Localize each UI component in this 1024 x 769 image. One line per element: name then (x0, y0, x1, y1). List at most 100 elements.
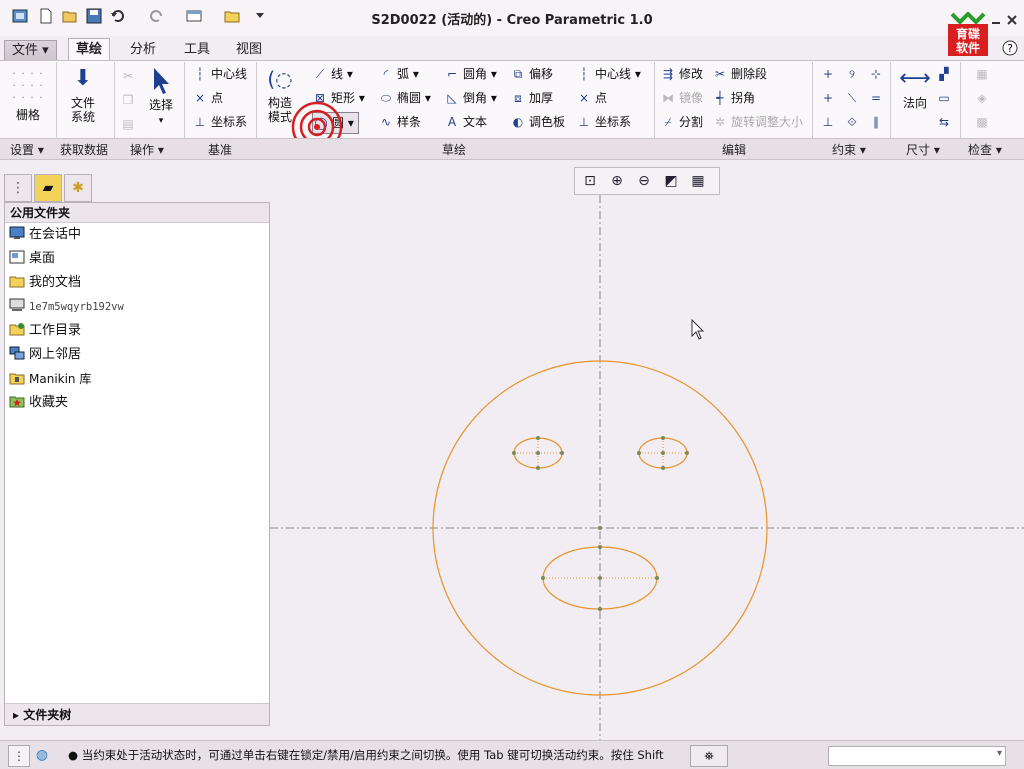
constraint-perpendicular-button[interactable]: ⊥ (820, 112, 839, 132)
tab-analysis[interactable]: 分析 (123, 40, 163, 59)
find-button[interactable]: ⛯ (690, 745, 728, 767)
mirror-label: 镜像 (679, 91, 704, 105)
rotate-resize-button[interactable]: ✲ 旋转调整大小 (712, 112, 803, 132)
sketch-point[interactable] (560, 451, 564, 455)
thicken-button[interactable]: ⧈ 加厚 (510, 88, 553, 108)
tab-view[interactable]: 视图 (229, 40, 269, 59)
sketch-point[interactable] (541, 576, 545, 580)
selection-filter-select[interactable]: ▾ (828, 746, 1006, 766)
sketch-point-button[interactable]: × 点 (576, 88, 607, 108)
datum-point-button[interactable]: × 点 (192, 88, 223, 108)
sketch-point[interactable] (598, 526, 602, 530)
datum-centerline-button[interactable]: ┆ 中心线 (192, 64, 247, 84)
modify-button[interactable]: ⇶ 修改 (660, 64, 703, 84)
arc-button[interactable]: ◜ 弧 ▾ (378, 64, 419, 84)
sketch-point[interactable] (512, 451, 516, 455)
group-datum: 基准 (208, 143, 233, 157)
folder-network[interactable]: 网上邻居 (9, 344, 81, 366)
inspect-open-ends-button[interactable]: ▩ (974, 112, 993, 132)
mirror-button[interactable]: ⧓ 镜像 (660, 88, 703, 108)
corner-button[interactable]: ┽ 拐角 (712, 88, 755, 108)
constraint-coincident-button[interactable]: ⟍ (844, 88, 863, 108)
group-constraints[interactable]: 约束 ▾ (832, 141, 866, 158)
constraint-tangent-button[interactable]: ୨ (844, 64, 863, 84)
tab-file[interactable]: 文件 ▾ (4, 40, 57, 61)
divide-button[interactable]: ⌿ 分割 (660, 112, 703, 132)
sketch-point[interactable] (598, 545, 602, 549)
folder-in-session[interactable]: 在会话中 (9, 224, 81, 246)
sketch-coordsys-button[interactable]: ⊥ 坐标系 (576, 112, 631, 132)
constraint-horizontal-button[interactable]: + (820, 88, 839, 108)
group-operations[interactable]: 操作 ▾ (130, 141, 164, 158)
folder-my-documents[interactable]: 我的文档 (9, 272, 81, 294)
folder-computer[interactable]: 1e7m5wqyrb192vw (9, 296, 124, 318)
delete-segment-button[interactable]: ✂ 删除段 (712, 64, 767, 84)
delete-segment-label: 删除段 (731, 67, 768, 81)
folder-desktop[interactable]: 桌面 (9, 248, 55, 270)
filesystem-button[interactable]: ⬇ 文件 系统 (60, 66, 106, 124)
sketch-point[interactable] (598, 576, 602, 580)
sketch-point[interactable] (655, 576, 659, 580)
group-dimension[interactable]: 尺寸 ▾ (906, 141, 940, 158)
group-setup[interactable]: 设置 ▾ (10, 141, 44, 158)
offset-label: 偏移 (529, 67, 554, 81)
constraint-midpoint-button[interactable]: ⊹ (868, 64, 887, 84)
coincident-icon: ⟍ (847, 91, 857, 105)
offset-button[interactable]: ⧉ 偏移 (510, 64, 553, 84)
constraint-equal-button[interactable]: = (868, 88, 887, 108)
copy-button[interactable]: ❐ (120, 90, 139, 110)
normal-dimension-button[interactable]: ⟷ 法向 (896, 66, 934, 110)
reference-button[interactable]: ▭ (936, 88, 955, 108)
sketch-point[interactable] (685, 451, 689, 455)
line-button[interactable]: ⟋ 线 ▾ (312, 64, 353, 84)
tab-folder-browser[interactable]: ▰ (34, 174, 62, 202)
folder-favorites[interactable]: 收藏夹 (9, 392, 68, 414)
inspect-shade-button[interactable]: ◈ (974, 88, 993, 108)
tab-model-tree[interactable]: ⋮ (4, 174, 32, 202)
baseline-button[interactable]: ⇆ (936, 112, 955, 132)
navigator-toggle-button[interactable]: ⋮ (8, 745, 30, 767)
panel-header: 公用文件夹 (5, 203, 269, 223)
browser-toggle-button[interactable]: ◍ (32, 745, 52, 765)
sketch-point[interactable] (661, 451, 665, 455)
inspect-overlap-button[interactable]: ▦ (974, 64, 993, 84)
folder-working-directory[interactable]: 工作目录 (9, 320, 81, 342)
sketch-point[interactable] (661, 466, 665, 470)
constraint-vertical-button[interactable]: + (820, 64, 839, 84)
folder-manikin-library[interactable]: Manikin 库 (9, 368, 91, 390)
palette-button[interactable]: ◐ 调色板 (510, 112, 565, 132)
sketch-point[interactable] (661, 436, 665, 440)
sketch-centerline-button[interactable]: ┆ 中心线 ▾ (576, 64, 640, 84)
rotate-resize-label: 旋转调整大小 (731, 115, 804, 129)
spline-button[interactable]: ∿ 样条 (378, 112, 421, 132)
sketch-canvas[interactable] (270, 160, 1024, 740)
sketch-point[interactable] (536, 451, 540, 455)
group-inspect[interactable]: 检查 ▾ (968, 141, 1002, 158)
sketch-point[interactable] (536, 436, 540, 440)
minimize-icon[interactable] (990, 14, 1002, 26)
tab-favorites[interactable]: ✱ (64, 174, 92, 202)
ellipse-button[interactable]: ⬭ 椭圆 ▾ (378, 88, 431, 108)
datum-coordsys-button[interactable]: ⊥ 坐标系 (192, 112, 247, 132)
tab-sketch[interactable]: 草绘 (68, 38, 111, 60)
sketch-point[interactable] (637, 451, 641, 455)
chamfer-button[interactable]: ◺ 倒角 ▾ (444, 88, 496, 108)
sketch-point[interactable] (536, 466, 540, 470)
grid-button[interactable]: · · · · · · · · · · · · 栅格 (8, 68, 48, 123)
fillet-button[interactable]: ⌐ 圆角 ▾ (444, 64, 497, 84)
perimeter-button[interactable]: ▞ (936, 64, 955, 84)
folder-working-directory-label: 工作目录 (29, 323, 82, 338)
divide-label: 分割 (679, 115, 704, 129)
cut-button[interactable]: ✂ (120, 66, 139, 86)
close-icon[interactable] (1006, 14, 1018, 26)
paste-button[interactable]: ▤ (120, 114, 139, 134)
text-button[interactable]: A 文本 (444, 112, 487, 132)
select-button[interactable]: 选择 ▾ (144, 66, 178, 128)
sketch-point-label: 点 (595, 91, 608, 105)
sketch-point[interactable] (598, 607, 602, 611)
constraint-symmetric-button[interactable]: ⟐ (844, 112, 863, 132)
tab-tools[interactable]: 工具 (177, 40, 217, 59)
folder-tree-toggle[interactable]: ▸ 文件夹树 (5, 703, 269, 725)
binoculars-icon: ⛯ (704, 749, 714, 763)
constraint-parallel-button[interactable]: ∥ (868, 112, 887, 132)
